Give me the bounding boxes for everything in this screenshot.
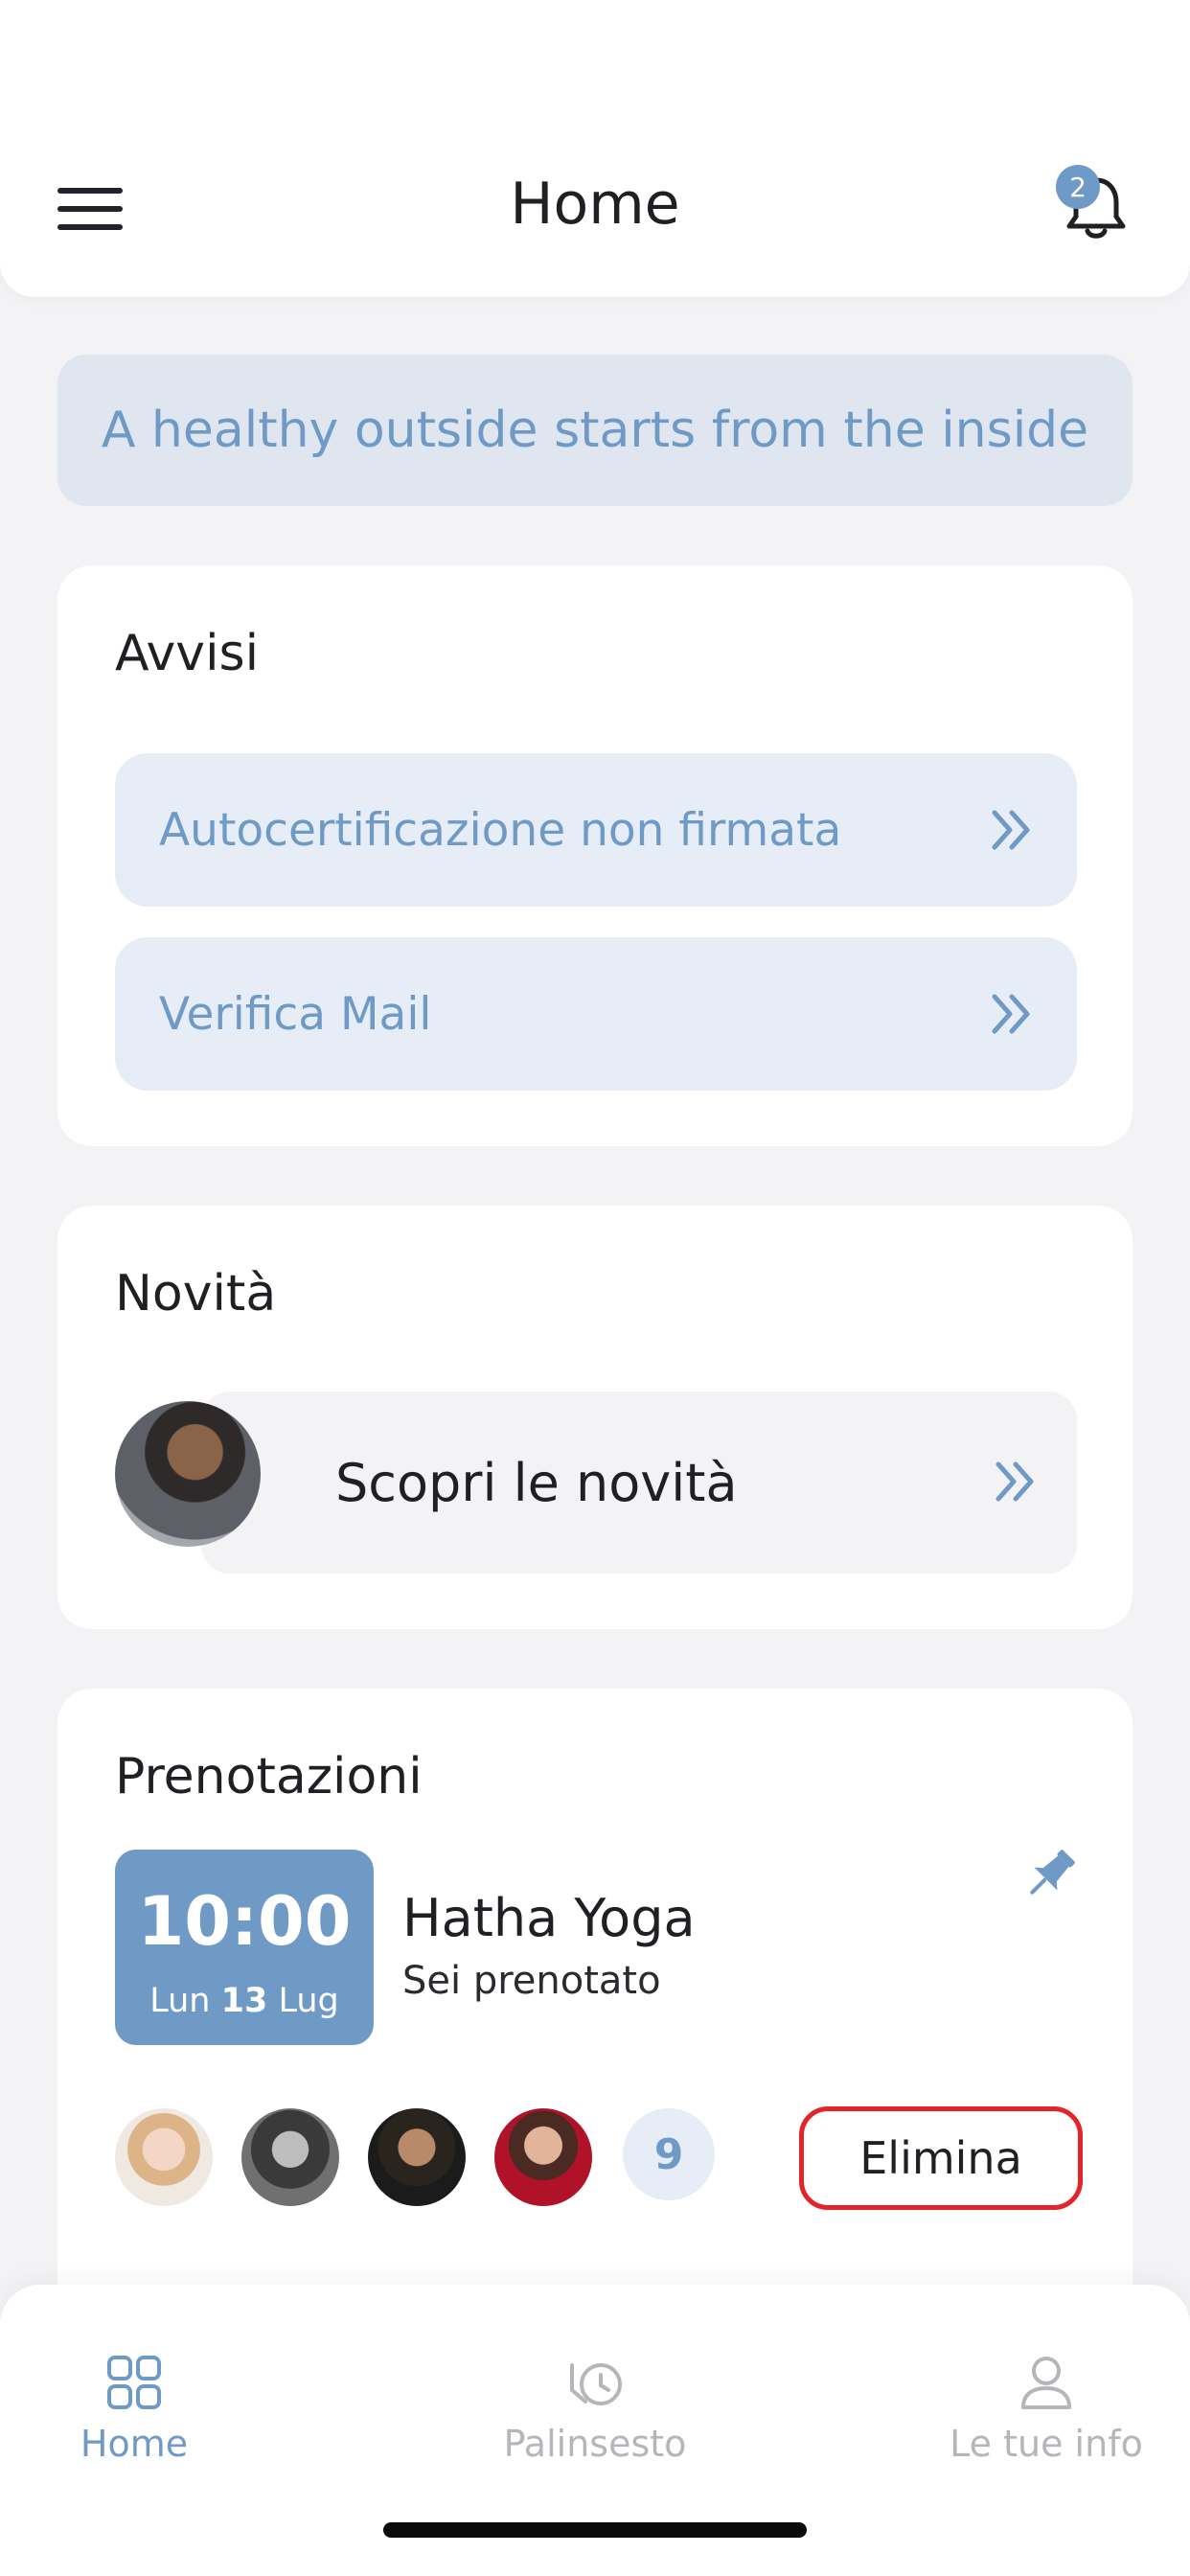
booking-date-number: 13 xyxy=(220,1982,268,2020)
alerts-title: Avvisi xyxy=(115,625,260,682)
booking-time: 10:00 xyxy=(137,1882,352,1961)
alert-item-label: Verifica Mail xyxy=(159,987,432,1041)
booking-time-box: 10:00 Lun 13 Lug xyxy=(115,1850,374,2045)
delete-booking-button[interactable]: Elimina xyxy=(799,2106,1083,2210)
more-participants-badge: 9 xyxy=(623,2108,715,2200)
booking-date-month: Lug xyxy=(278,1982,339,2020)
history-icon xyxy=(570,2363,622,2405)
participant-avatar xyxy=(494,2108,592,2206)
tab-home[interactable]: Home xyxy=(0,2352,268,2465)
news-avatar xyxy=(115,1401,261,1547)
news-title: Novità xyxy=(115,1265,277,1322)
tab-le-tue-info[interactable]: Le tue info xyxy=(912,2352,1180,2465)
double-chevron-right-icon xyxy=(992,810,1030,850)
participant-avatar xyxy=(241,2108,339,2206)
tab-label: Le tue info xyxy=(950,2423,1143,2465)
pin-icon[interactable] xyxy=(1016,1842,1083,1909)
tab-palinsesto[interactable]: Palinsesto xyxy=(461,2352,729,2465)
app-header: Home 2 xyxy=(0,0,1190,297)
booking-date: Lun 13 Lug xyxy=(115,1982,374,2020)
tab-label: Palinsesto xyxy=(503,2423,687,2465)
alert-item-label: Autocertificazione non firmata xyxy=(159,803,842,857)
alerts-card: Avvisi Autocertificazione non firmata Ve… xyxy=(57,565,1133,1146)
home-indicator xyxy=(383,2522,807,2538)
grid-icon xyxy=(107,2356,161,2409)
booking-date-day: Lun xyxy=(149,1982,211,2020)
alert-item-verify-mail[interactable]: Verifica Mail xyxy=(115,937,1077,1091)
news-card: Novità Scopri le novità xyxy=(57,1206,1133,1629)
double-chevron-right-icon xyxy=(992,994,1030,1034)
discover-news-label: Scopri le novità xyxy=(335,1452,738,1513)
bookings-title: Prenotazioni xyxy=(115,1748,423,1806)
user-icon xyxy=(1021,2357,1071,2409)
tab-label: Home xyxy=(80,2423,189,2465)
participant-avatar xyxy=(368,2108,466,2206)
participant-avatar xyxy=(115,2108,213,2206)
page-title: Home xyxy=(510,171,680,238)
alert-item-autocertification[interactable]: Autocertificazione non firmata xyxy=(115,753,1077,907)
notification-badge: 2 xyxy=(1056,165,1100,209)
booking-status: Sei prenotato xyxy=(402,1959,661,2003)
double-chevron-right-icon xyxy=(995,1461,1034,1502)
bookings-card: Prenotazioni 10:00 Lun 13 Lug Hatha Yoga… xyxy=(57,1689,1133,2359)
motivational-quote: A healthy outside starts from the inside xyxy=(57,355,1133,506)
class-name: Hatha Yoga xyxy=(402,1888,696,1948)
discover-news-button[interactable]: Scopri le novità xyxy=(201,1392,1077,1574)
